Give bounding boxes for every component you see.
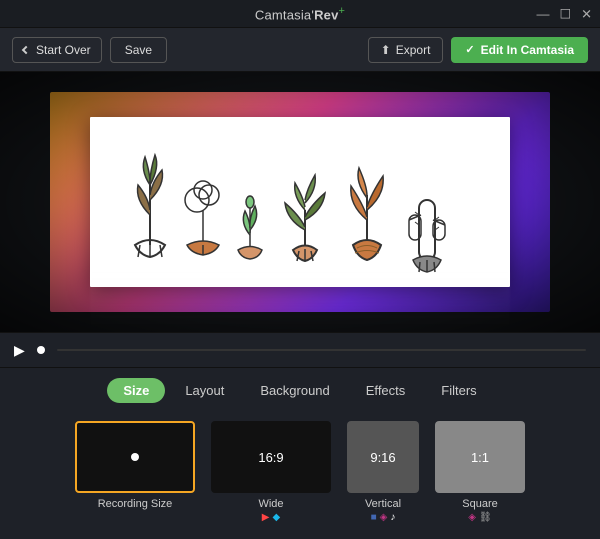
instagram2-icon: ◈ (468, 512, 476, 523)
timeline-scrubber[interactable] (37, 346, 45, 354)
preset-square-label: Square (462, 498, 497, 510)
title-bar: Camtasia'Rev+ — ☐ ✕ (0, 0, 600, 28)
preview-area (0, 72, 600, 332)
export-icon: ⬆ (381, 43, 391, 57)
check-icon: ✓ (465, 43, 474, 56)
preset-wide-label: Wide (258, 498, 283, 510)
youtube-icon: ▶ (262, 512, 270, 523)
tab-filters[interactable]: Filters (425, 378, 492, 403)
plant-illustration (100, 125, 500, 280)
vimeo-icon: ◆ (273, 512, 281, 523)
vertical-label: 9:16 (370, 450, 395, 465)
minimize-button[interactable]: — (536, 7, 549, 20)
square-label: 1:1 (471, 450, 489, 465)
close-button[interactable]: ✕ (581, 7, 592, 20)
chevron-left-icon (22, 45, 30, 53)
preview-canvas (90, 117, 510, 287)
app-title: Camtasia'Rev+ (255, 5, 345, 22)
brand-name: Camtasia' (255, 7, 314, 22)
wide-platform-icons: ▶ ◆ (262, 512, 280, 523)
recording-dot (131, 453, 139, 461)
rev-label: Rev (314, 7, 338, 22)
preset-recording-label: Recording Size (98, 498, 173, 510)
instagram-icon: ◈ (380, 512, 388, 523)
square-platform-icons: ◈ ⛓ (468, 512, 491, 523)
save-button[interactable]: Save (110, 37, 167, 63)
play-button[interactable]: ▶ (14, 342, 25, 359)
vertical-platform-icons: ■ ◈ ♪ (371, 512, 396, 523)
preset-wide[interactable]: 16:9 Wide ▶ ◆ (211, 421, 331, 523)
controls-bar: ▶ (0, 332, 600, 368)
preset-vertical-label: Vertical (365, 498, 401, 510)
preset-thumb-square: 1:1 (435, 421, 525, 493)
preset-thumb-wide: 16:9 (211, 421, 331, 493)
timeline-track[interactable] (57, 349, 586, 351)
preset-vertical[interactable]: 9:16 Vertical ■ ◈ ♪ (347, 421, 419, 523)
toolbar: Start Over Save ⬆ Export ✓ Edit In Camta… (0, 28, 600, 72)
plus-label: + (339, 5, 346, 17)
wide-label: 16:9 (258, 450, 283, 465)
tab-effects[interactable]: Effects (350, 378, 422, 403)
tabs-section: Size Layout Background Effects Filters (0, 368, 600, 411)
preset-recording[interactable]: Recording Size (75, 421, 195, 510)
tab-background[interactable]: Background (244, 378, 345, 403)
facebook-icon: ■ (371, 512, 377, 523)
export-button[interactable]: ⬆ Export (368, 37, 444, 63)
preset-thumb-recording (75, 421, 195, 493)
preset-thumb-vertical: 9:16 (347, 421, 419, 493)
link-icon: ⛓ (479, 512, 492, 523)
tab-layout[interactable]: Layout (169, 378, 240, 403)
window-controls: — ☐ ✕ (536, 7, 592, 20)
edit-in-camtasia-button[interactable]: ✓ Edit In Camtasia (451, 37, 588, 63)
presets-area: Recording Size 16:9 Wide ▶ ◆ 9:16 Vertic… (0, 411, 600, 539)
tiktok-icon: ♪ (390, 512, 395, 523)
reflection (90, 272, 510, 332)
start-over-button[interactable]: Start Over (12, 37, 102, 63)
maximize-button[interactable]: ☐ (559, 7, 571, 20)
preset-square[interactable]: 1:1 Square ◈ ⛓ (435, 421, 525, 523)
tab-size[interactable]: Size (107, 378, 165, 403)
